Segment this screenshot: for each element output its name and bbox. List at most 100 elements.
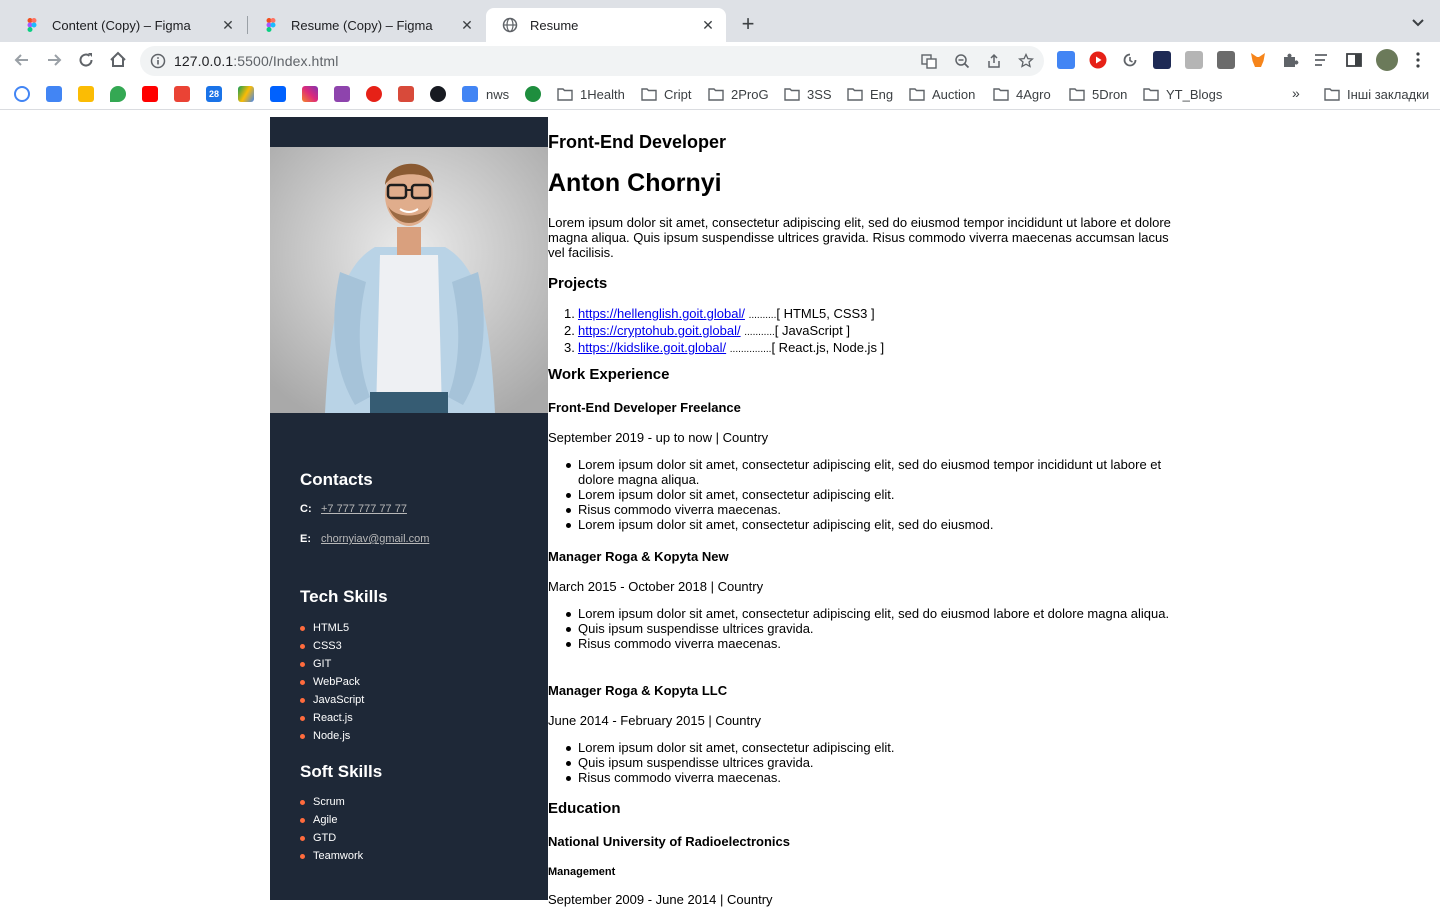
bookmark-folder-2prog[interactable]: 2ProG bbox=[708, 85, 769, 103]
car-icon[interactable] bbox=[398, 86, 414, 102]
share-icon[interactable] bbox=[986, 53, 1002, 69]
close-tab-icon[interactable]: ✕ bbox=[700, 17, 716, 33]
profile-avatar[interactable] bbox=[1376, 49, 1398, 71]
job-duties-list: Lorem ipsum dolor sit amet, consectetur … bbox=[566, 606, 1178, 651]
extension-icon[interactable] bbox=[1217, 51, 1235, 69]
soft-skills-list: Scrum Agile GTD Teamwork bbox=[300, 793, 363, 865]
calendar-icon[interactable]: 28 bbox=[206, 86, 222, 102]
skill-text: Agile bbox=[313, 814, 338, 826]
instagram-icon[interactable] bbox=[302, 86, 318, 102]
phone-contact: C: +7 777 777 77 77 bbox=[300, 503, 407, 515]
duty-text: Lorem ipsum dolor sit amet, consectetur … bbox=[578, 457, 1162, 487]
phone-label: C: bbox=[300, 503, 312, 515]
bookmark-folder-cript[interactable]: Cript bbox=[641, 85, 691, 103]
new-tab-button[interactable]: + bbox=[737, 13, 759, 36]
zoom-out-icon[interactable] bbox=[954, 53, 970, 69]
email-label: E: bbox=[300, 533, 311, 545]
project-link[interactable]: https://hellenglish.goit.global/ bbox=[578, 306, 745, 321]
tab-resume[interactable]: Resume ✕ bbox=[486, 8, 726, 42]
bookmark-nws[interactable]: nws bbox=[486, 85, 509, 103]
more-bookmarks-icon[interactable]: » bbox=[1292, 85, 1300, 101]
bookmark-folder-other[interactable]: Інші закладки bbox=[1324, 85, 1429, 103]
address-bar[interactable]: 127.0.0.1:5500/Index.html bbox=[140, 46, 1044, 76]
tab-content-figma[interactable]: Content (Copy) – Figma ✕ bbox=[8, 8, 246, 42]
folder-icon bbox=[1143, 88, 1159, 101]
youtube-icon[interactable] bbox=[142, 86, 158, 102]
bookmark-label: YT_Blogs bbox=[1166, 86, 1223, 102]
project-link[interactable]: https://cryptohub.goit.global/ bbox=[578, 323, 741, 338]
history-extension-icon[interactable] bbox=[1121, 51, 1139, 69]
project-link[interactable]: https://kidslike.goit.global/ bbox=[578, 340, 726, 355]
list-item: CSS3 bbox=[300, 637, 364, 655]
metamask-fox-icon[interactable] bbox=[1249, 51, 1267, 69]
folder-icon bbox=[708, 88, 724, 101]
reload-icon[interactable] bbox=[76, 50, 96, 70]
side-panel-icon[interactable] bbox=[1345, 51, 1363, 69]
skill-text: WebPack bbox=[313, 676, 360, 688]
chevron-down-icon[interactable] bbox=[1410, 14, 1426, 30]
folder-icon bbox=[557, 88, 573, 101]
google-translate-extension-icon[interactable] bbox=[1057, 51, 1075, 69]
bookmark-folder-eng[interactable]: Eng bbox=[847, 85, 893, 103]
phone-link[interactable]: +7 777 777 77 77 bbox=[321, 503, 407, 515]
google-translate-icon[interactable] bbox=[46, 86, 62, 102]
bullet-icon bbox=[300, 643, 305, 649]
bookmark-folder-3ss[interactable]: 3SS bbox=[784, 85, 832, 103]
folder-icon bbox=[784, 88, 800, 101]
star-bookmark-icon[interactable] bbox=[1018, 53, 1034, 69]
google-news-icon[interactable] bbox=[462, 86, 478, 102]
list-item: Teamwork bbox=[300, 847, 363, 865]
email-link[interactable]: chornyiav@gmail.com bbox=[321, 533, 429, 545]
person-name: Anton Chornyi bbox=[548, 169, 722, 197]
folder-icon bbox=[1324, 88, 1340, 101]
dropbox-icon[interactable] bbox=[270, 86, 286, 102]
maps-pin-icon[interactable] bbox=[110, 86, 126, 102]
bookmark-folder-1health[interactable]: 1Health bbox=[557, 85, 625, 103]
vpn-extension-icon[interactable] bbox=[1153, 51, 1171, 69]
list-item: 3. https://kidslike.goit.global/ .......… bbox=[564, 340, 1178, 357]
pinwheel-icon[interactable] bbox=[334, 86, 350, 102]
item-number: 2. bbox=[564, 323, 575, 338]
bookmark-folder-auction[interactable]: Auction bbox=[909, 85, 975, 103]
home-icon[interactable] bbox=[108, 50, 128, 70]
translate-icon[interactable] bbox=[921, 53, 937, 69]
tab-resume-figma[interactable]: Resume (Copy) – Figma ✕ bbox=[247, 8, 485, 42]
gmail-icon[interactable] bbox=[174, 86, 190, 102]
play-icon[interactable] bbox=[366, 86, 382, 102]
email-contact: E: chornyiav@gmail.com bbox=[300, 533, 429, 545]
tab-title: Content (Copy) – Figma bbox=[52, 17, 191, 33]
extension-icon[interactable] bbox=[1185, 51, 1203, 69]
close-tab-icon[interactable]: ✕ bbox=[459, 17, 475, 33]
tab-title: Resume (Copy) – Figma bbox=[291, 17, 433, 33]
bookmark-folder-4agro[interactable]: 4Agro bbox=[993, 85, 1051, 103]
bullet-icon bbox=[566, 463, 571, 468]
youtube-extension-icon[interactable] bbox=[1089, 51, 1107, 69]
profile-photo bbox=[270, 147, 548, 413]
back-arrow-icon[interactable] bbox=[12, 50, 32, 70]
intro-paragraph: Lorem ipsum dolor sit amet, consectetur … bbox=[548, 215, 1171, 260]
bookmark-folder-yt-blogs[interactable]: YT_Blogs bbox=[1143, 85, 1222, 103]
steam-icon[interactable] bbox=[430, 86, 446, 102]
google-icon[interactable] bbox=[14, 86, 30, 102]
info-icon[interactable] bbox=[150, 53, 166, 69]
skill-text: CSS3 bbox=[313, 640, 342, 652]
skill-text: React.js bbox=[313, 712, 353, 724]
skill-text: Scrum bbox=[313, 796, 345, 808]
forward-arrow-icon[interactable] bbox=[44, 50, 64, 70]
project-tech: [ JavaScript ] bbox=[774, 323, 850, 338]
resume-sidebar: Contacts C: +7 777 777 77 77 E: chornyia… bbox=[270, 117, 548, 900]
keep-notes-icon[interactable] bbox=[78, 86, 94, 102]
bookmark-label: Інші закладки bbox=[1347, 86, 1430, 102]
bookmarks-bar: 28 nws 1Health Cript 2ProG 3SS Eng Aucti… bbox=[0, 78, 1440, 110]
list-item: GTD bbox=[300, 829, 363, 847]
bullet-icon bbox=[566, 523, 571, 528]
folder-icon bbox=[641, 88, 657, 101]
puzzle-extensions-icon[interactable] bbox=[1281, 51, 1299, 69]
drive-icon[interactable] bbox=[238, 86, 254, 102]
more-menu-icon[interactable] bbox=[1410, 51, 1426, 69]
bookmark-folder-5dron[interactable]: 5Dron bbox=[1069, 85, 1127, 103]
url-host: 127.0.0.1 bbox=[174, 53, 234, 69]
close-tab-icon[interactable]: ✕ bbox=[220, 17, 236, 33]
reading-list-icon[interactable] bbox=[1313, 51, 1331, 69]
green-site-icon[interactable] bbox=[525, 86, 541, 102]
